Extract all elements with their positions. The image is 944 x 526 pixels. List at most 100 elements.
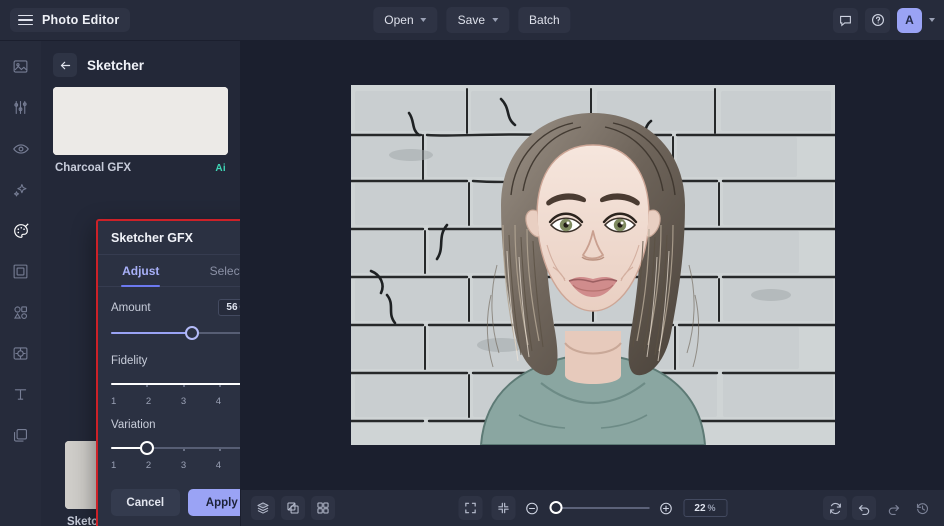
arrow-left-icon (60, 61, 70, 69)
save-label: Save (457, 13, 486, 27)
sidebar-item-frames[interactable] (7, 258, 34, 285)
photo-artwork (350, 85, 835, 445)
open-label: Open (384, 13, 414, 27)
dialog-body: Amount 56 % Fidelity (98, 287, 240, 471)
text-icon (14, 389, 27, 400)
variation-slider[interactable] (111, 440, 240, 456)
sidebar-item-denoise[interactable] (7, 135, 34, 162)
sidebar-item-shapes[interactable] (7, 299, 34, 326)
open-button[interactable]: Open (373, 7, 438, 33)
plus-circle-icon (660, 502, 672, 514)
sketcher-gfx-dialog: Sketcher GFX Adjust Select Amount 56 Fid… (96, 219, 240, 526)
tab-adjust[interactable]: Adjust (98, 255, 184, 287)
batch-button[interactable]: Batch (518, 7, 571, 33)
sidebar-item-artistic[interactable] (7, 217, 34, 244)
account-actions: A (833, 7, 935, 33)
feedback-button[interactable] (833, 7, 858, 33)
apply-button[interactable]: Apply (187, 489, 240, 516)
effects-panel: Sketcher Charcoal GFX Ai Sketcher Sketch… (41, 41, 241, 526)
preset-label: Charcoal GFX (55, 162, 132, 174)
dialog-header: Sketcher GFX (98, 221, 240, 255)
avatar[interactable]: A (897, 7, 922, 33)
sliders-icon (14, 100, 27, 115)
account-chevron-down-icon[interactable] (929, 18, 935, 22)
save-button[interactable]: Save (446, 7, 510, 33)
amount-slider[interactable] (111, 325, 240, 341)
tick: 4 (215, 460, 222, 471)
tick: 1 (111, 460, 117, 471)
reset-button[interactable] (823, 496, 847, 520)
redo-button[interactable] (881, 496, 905, 520)
refresh-icon (829, 502, 841, 514)
eye-icon (12, 143, 29, 154)
view-tools (251, 496, 335, 520)
redo-icon (888, 504, 899, 515)
layers-button[interactable] (251, 496, 275, 520)
slider-thumb[interactable] (140, 441, 155, 455)
sidebar-item-image[interactable] (7, 53, 34, 80)
layers-icon (13, 428, 28, 442)
batch-label: Batch (529, 13, 560, 27)
bottom-toolbar: 22 % (241, 489, 944, 526)
shapes-icon (13, 306, 28, 320)
app-menu-button[interactable]: Photo Editor (10, 8, 131, 32)
cancel-button[interactable]: Cancel (111, 489, 180, 516)
tool-rail (0, 41, 41, 526)
tab-select[interactable]: Select (184, 255, 240, 286)
zoom-slider[interactable] (549, 501, 649, 515)
back-button[interactable] (53, 53, 77, 77)
fidelity-slider[interactable] (111, 376, 240, 392)
preset-thumbnail (53, 87, 228, 155)
layers-stack-icon (257, 502, 269, 514)
canvas-area: 22 % (241, 41, 944, 526)
slider-track (549, 507, 649, 509)
fidelity-ticks: 1 2 3 4 5 (111, 396, 240, 407)
grid-icon (317, 502, 329, 514)
variation-label: Variation (111, 419, 156, 431)
zoom-in-button[interactable] (658, 500, 674, 516)
sidebar-item-effects[interactable] (7, 176, 34, 203)
sidebar-item-retouch[interactable] (7, 340, 34, 367)
sidebar-item-layers[interactable] (7, 422, 34, 449)
help-button[interactable] (865, 7, 890, 33)
compare-button[interactable] (281, 496, 305, 520)
retouch-icon (13, 347, 28, 360)
app-title: Photo Editor (42, 13, 120, 27)
palette-icon (13, 222, 29, 238)
frame-icon (13, 264, 28, 279)
amount-value: 56 (226, 302, 238, 313)
amount-value-field[interactable]: 56 % (218, 299, 240, 316)
undo-button[interactable] (852, 496, 876, 520)
canvas-stage[interactable] (241, 41, 944, 489)
variation-ticks: 1 2 3 4 5 (111, 460, 240, 471)
zoom-value-field[interactable]: 22 % (683, 499, 727, 517)
comment-icon (840, 15, 851, 27)
tick: 3 (180, 460, 187, 471)
tick: 3 (180, 396, 187, 407)
slider-fill (111, 332, 193, 334)
actual-size-button[interactable] (491, 496, 515, 520)
grid-button[interactable] (311, 496, 335, 520)
fidelity-label: Fidelity (111, 355, 148, 367)
zoom-out-button[interactable] (524, 500, 540, 516)
chevron-down-icon (492, 18, 499, 22)
sidebar-item-adjust[interactable] (7, 94, 34, 121)
zoom-unit: % (707, 503, 716, 513)
slider-thumb[interactable] (549, 501, 562, 514)
minus-circle-icon (526, 502, 538, 514)
preset-card-charcoal[interactable]: Charcoal GFX Ai (53, 87, 228, 180)
dialog-title: Sketcher GFX (111, 231, 193, 245)
tick: 2 (145, 396, 152, 407)
edited-photo[interactable] (350, 85, 835, 445)
chevron-down-icon (420, 18, 427, 22)
zoom-controls: 22 % (458, 496, 727, 520)
slider-thumb[interactable] (185, 326, 200, 340)
hamburger-icon[interactable] (18, 14, 33, 26)
sidebar-item-text[interactable] (7, 381, 34, 408)
page-title: Sketcher (87, 57, 145, 73)
history-button[interactable] (910, 496, 934, 520)
sparkles-icon (13, 183, 26, 196)
fit-screen-button[interactable] (458, 496, 482, 520)
file-actions: Open Save Batch (373, 7, 571, 33)
tick: 4 (215, 396, 222, 407)
